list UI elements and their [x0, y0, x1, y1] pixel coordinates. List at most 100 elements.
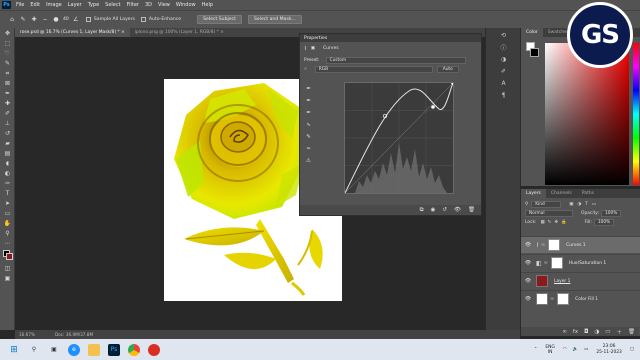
- tab-rose-psd[interactable]: rose.psd @ 16.7% (Curves 1, Layer Mask/8…: [15, 28, 130, 37]
- character-panel-icon[interactable]: A: [499, 79, 508, 88]
- background-color-swatch[interactable]: [530, 48, 539, 57]
- smooth-curve-icon[interactable]: ≈: [304, 144, 313, 153]
- home-icon[interactable]: ⌂: [8, 16, 16, 24]
- select-and-mask-button[interactable]: Select and Mask...: [247, 15, 302, 24]
- eraser-tool-icon[interactable]: ▰: [2, 139, 13, 148]
- doc-size[interactable]: Doc: 36.0M/37.8M: [55, 332, 93, 337]
- new-layer-icon[interactable]: ＋: [617, 328, 623, 336]
- tab-channels[interactable]: Channels: [546, 189, 577, 198]
- filter-shape-icon[interactable]: ▭: [592, 202, 596, 207]
- layer-thumbnail[interactable]: [536, 275, 548, 287]
- blend-mode-dropdown[interactable]: Normal: [525, 210, 573, 217]
- battery-icon[interactable]: ▭: [584, 347, 588, 352]
- gray-point-eyedropper-icon[interactable]: ✒: [304, 96, 313, 105]
- menu-edit[interactable]: Edit: [30, 2, 40, 8]
- new-adjustment-icon[interactable]: ◑: [594, 329, 599, 335]
- delete-layer-icon[interactable]: 🗑: [628, 329, 635, 335]
- edit-points-curve-icon[interactable]: ∿: [304, 120, 313, 129]
- lock-paint-icon[interactable]: ✎: [548, 220, 552, 225]
- swap-colors-icon[interactable]: [2, 249, 13, 263]
- info-panel-icon[interactable]: ⓘ: [499, 43, 508, 52]
- layer-name[interactable]: Layer 1: [554, 279, 570, 284]
- history-panel-icon[interactable]: ⟲: [499, 31, 508, 40]
- hand-tool-icon[interactable]: ✋: [2, 219, 13, 228]
- dodge-tool-icon[interactable]: ◐: [2, 169, 13, 178]
- volume-icon[interactable]: 🔈: [573, 347, 578, 352]
- layer-hue-saturation-1[interactable]: 👁 ◧ ∞ Hue/Saturation 1: [521, 254, 640, 271]
- windows-start-icon[interactable]: ⊞: [8, 344, 20, 356]
- file-explorer-icon[interactable]: [88, 343, 100, 356]
- hue-slider[interactable]: [633, 43, 639, 185]
- frame-tool-icon[interactable]: ⊠: [2, 79, 13, 88]
- menu-select[interactable]: Select: [105, 2, 120, 8]
- tab-paths[interactable]: Paths: [577, 189, 599, 198]
- visibility-eye-icon[interactable]: 👁: [524, 278, 532, 284]
- filter-kind-dropdown[interactable]: Kind: [531, 201, 562, 208]
- visibility-eye-icon[interactable]: 👁: [524, 242, 532, 248]
- zoom-level[interactable]: 16.67%: [19, 332, 35, 337]
- quick-selection-tool-icon[interactable]: ✎: [2, 59, 13, 68]
- menu-window[interactable]: Window: [176, 2, 196, 8]
- visibility-eye-icon[interactable]: 👁: [524, 296, 532, 302]
- layer-name[interactable]: Hue/Saturation 1: [569, 261, 606, 266]
- add-to-selection-icon[interactable]: ✚: [30, 16, 38, 24]
- layer-style-icon[interactable]: fx: [573, 329, 578, 335]
- layer-layer-1[interactable]: 👁 Layer 1: [521, 272, 640, 289]
- lock-move-icon[interactable]: ✥: [554, 220, 558, 225]
- clip-to-layer-icon[interactable]: ⧉: [420, 207, 424, 214]
- wifi-icon[interactable]: ◠: [563, 347, 567, 352]
- menu-layer[interactable]: Layer: [68, 2, 82, 8]
- menu-3d[interactable]: 3D: [145, 2, 152, 8]
- app-icon[interactable]: [148, 343, 160, 356]
- angle-icon[interactable]: ∠: [72, 16, 80, 24]
- lock-all-icon[interactable]: 🔒: [561, 220, 566, 225]
- brush-size[interactable]: 40: [63, 17, 69, 22]
- toggle-visibility-icon[interactable]: 👁: [454, 207, 461, 213]
- quick-mask-icon[interactable]: ◫: [2, 264, 13, 273]
- link-layers-icon[interactable]: ∞: [562, 329, 567, 335]
- curves-plot[interactable]: [344, 81, 455, 194]
- marquee-tool-icon[interactable]: ⬚: [2, 39, 13, 48]
- sample-all-layers-checkbox[interactable]: [85, 17, 91, 22]
- zoom-tool-icon[interactable]: ⚲: [2, 229, 13, 238]
- layer-mask-thumbnail[interactable]: [548, 239, 561, 251]
- menu-file[interactable]: File: [16, 2, 24, 8]
- draw-curve-pencil-icon[interactable]: ✎: [304, 132, 313, 141]
- pen-tool-icon[interactable]: ✑: [2, 179, 13, 188]
- edit-toolbar-icon[interactable]: ⋯: [2, 239, 13, 248]
- delete-adjustment-icon[interactable]: 🗑: [468, 207, 475, 213]
- channel-dropdown[interactable]: RGB: [314, 66, 433, 73]
- layer-mask-icon[interactable]: ▣: [311, 46, 315, 51]
- eyedropper-tool-icon[interactable]: ✒: [2, 89, 13, 98]
- gradient-tool-icon[interactable]: ▤: [2, 149, 13, 158]
- layer-mask-thumbnail[interactable]: [557, 293, 570, 305]
- photoshop-taskbar-icon[interactable]: Ps: [108, 343, 120, 356]
- blur-tool-icon[interactable]: ◖: [2, 159, 13, 168]
- auto-button[interactable]: Auto: [436, 66, 459, 73]
- brush-preview-icon[interactable]: ●: [52, 16, 60, 24]
- filter-pixel-icon[interactable]: ▣: [569, 202, 573, 207]
- add-mask-icon[interactable]: ◘: [584, 329, 588, 335]
- healing-brush-icon[interactable]: ✚: [2, 99, 13, 108]
- layer-curves-1[interactable]: 👁 ⌇ ∞ Curves 1: [521, 236, 640, 253]
- fill-input[interactable]: 100%: [593, 219, 614, 226]
- chrome-icon[interactable]: [128, 343, 140, 356]
- properties-panel-header[interactable]: Properties: [300, 34, 481, 42]
- search-icon[interactable]: ⚲: [28, 344, 40, 356]
- edge-browser-icon[interactable]: e: [68, 343, 80, 356]
- path-selection-icon[interactable]: ➤: [2, 199, 13, 208]
- select-subject-button[interactable]: Select Subject: [197, 15, 242, 24]
- layer-mask-thumbnail[interactable]: [550, 257, 563, 269]
- curve-point-selected[interactable]: [431, 105, 435, 109]
- curves-graph[interactable]: [344, 81, 455, 194]
- menu-view[interactable]: View: [158, 2, 170, 8]
- menu-image[interactable]: Image: [46, 2, 62, 8]
- on-image-adjust-icon[interactable]: ☝: [304, 67, 307, 72]
- preset-dropdown[interactable]: Custom: [325, 57, 466, 64]
- visibility-eye-icon[interactable]: 👁: [524, 260, 532, 266]
- menu-filter[interactable]: Filter: [127, 2, 139, 8]
- brush-settings-icon[interactable]: ✐: [499, 67, 508, 76]
- tab-layers[interactable]: Layers: [521, 189, 546, 198]
- reset-icon[interactable]: ↺: [442, 207, 447, 213]
- notifications-icon[interactable]: ▢: [630, 347, 634, 352]
